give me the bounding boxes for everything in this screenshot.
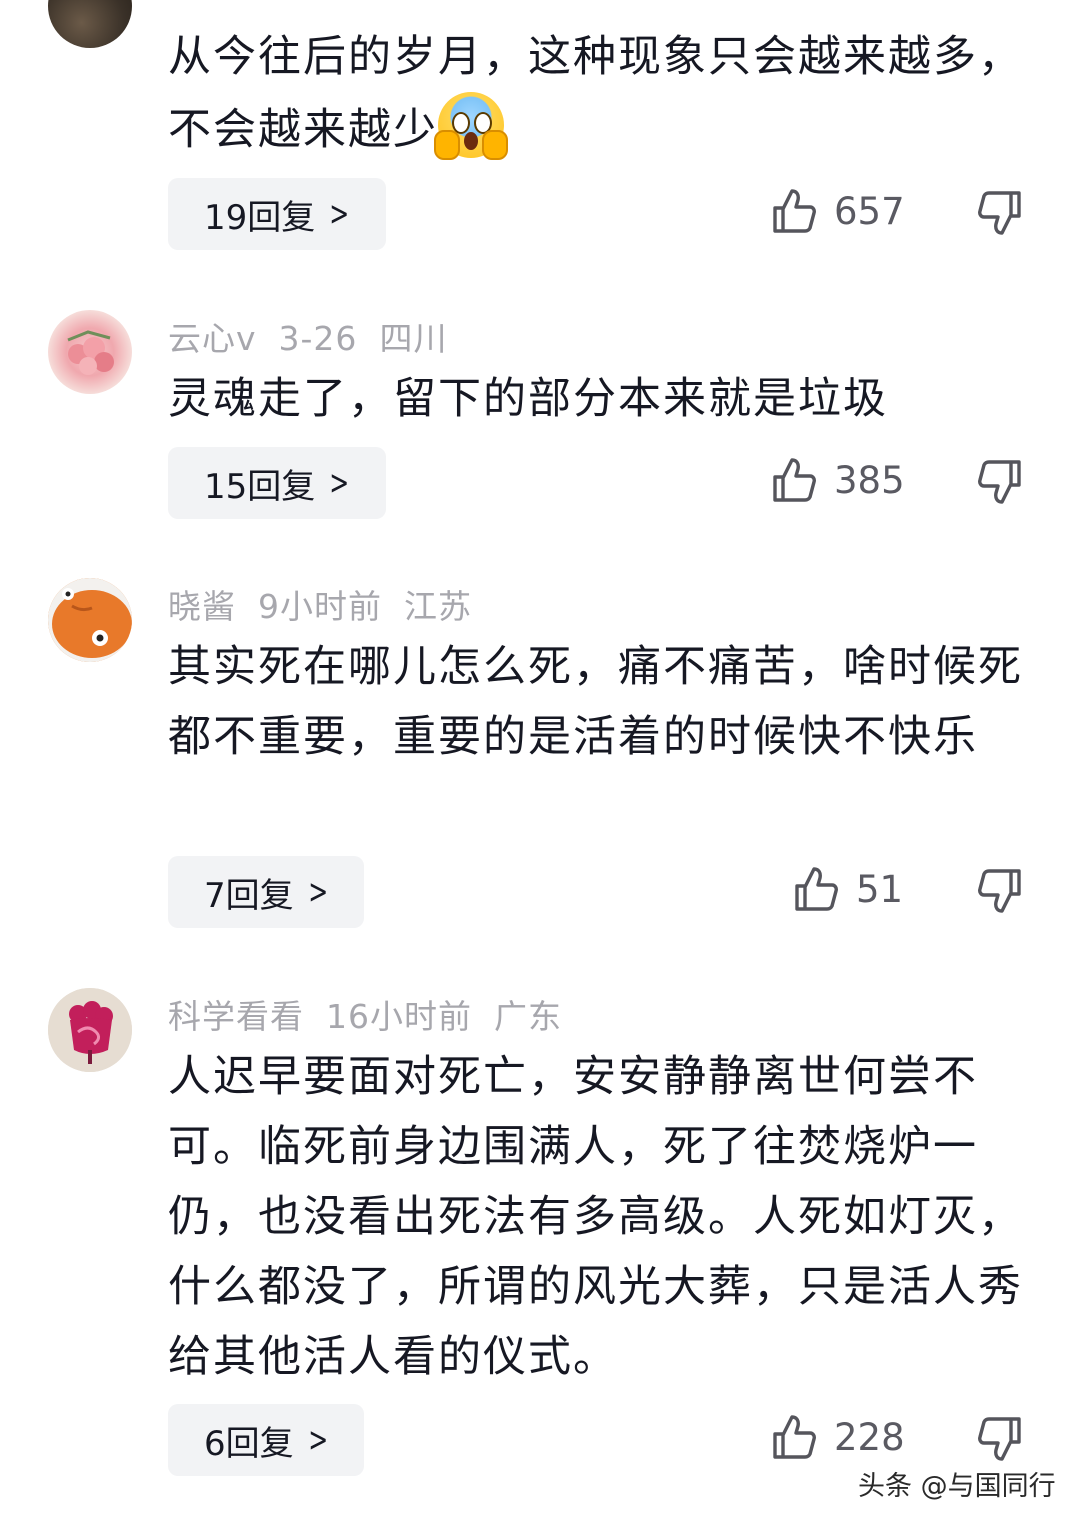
like-button[interactable]: 228 xyxy=(772,1414,905,1460)
like-count: 228 xyxy=(834,1415,905,1459)
username[interactable]: 云心v xyxy=(168,319,257,358)
comment-date: 9小时前 xyxy=(258,587,382,626)
thumbs-up-icon xyxy=(773,189,816,233)
thumbs-down-icon xyxy=(978,869,1021,913)
like-button[interactable]: 51 xyxy=(794,866,903,912)
like-button[interactable]: 657 xyxy=(772,188,905,234)
thumbs-up-icon xyxy=(773,458,816,502)
comment-location: 四川 xyxy=(379,319,448,358)
avatar[interactable] xyxy=(48,310,132,394)
username[interactable]: 晓酱 xyxy=(168,587,236,626)
thumbs-down-icon xyxy=(978,460,1021,504)
thumbs-down-icon xyxy=(978,191,1021,235)
scream-emoji-icon xyxy=(434,92,508,160)
thumbs-up-icon xyxy=(795,867,838,911)
dislike-button[interactable] xyxy=(978,868,1024,918)
avatar[interactable] xyxy=(48,988,132,1072)
comment-text: 其实死在哪儿怎么死，痛不痛苦，啥时候死都不重要，重要的是活着的时候快不快乐 xyxy=(168,642,1023,762)
comment-meta: 科学看看 16小时前 广东 xyxy=(168,990,584,1038)
comment-text: 人迟早要面对死亡，安安静静离世何尝不可。临死前身边围满人，死了往焚烧炉一仍，也没… xyxy=(168,1052,1023,1382)
username[interactable]: 科学看看 xyxy=(168,997,304,1036)
like-count: 657 xyxy=(834,189,905,233)
comment-location: 广东 xyxy=(494,997,562,1036)
comment-text: 从今往后的岁月，这种现象只会越来越多，不会越来越少 xyxy=(168,22,1040,165)
thumbs-up-icon xyxy=(773,1415,816,1459)
replies-button[interactable]: 15回复 > xyxy=(168,447,386,519)
replies-button[interactable]: 19回复 > xyxy=(168,178,386,250)
like-button[interactable]: 385 xyxy=(772,457,905,503)
chevron-right-icon: > xyxy=(329,463,350,503)
thumbs-down-icon xyxy=(978,1417,1021,1461)
chevron-right-icon: > xyxy=(329,194,350,234)
comment-date: 3-26 xyxy=(278,319,358,358)
dislike-button[interactable] xyxy=(978,190,1024,240)
avatar[interactable] xyxy=(48,0,132,48)
like-count: 385 xyxy=(834,458,905,502)
replies-button[interactable]: 7回复 > xyxy=(168,856,365,928)
chevron-right-icon: > xyxy=(307,1420,328,1460)
comment-location: 江苏 xyxy=(404,587,472,626)
comment-date: 16小时前 xyxy=(326,997,472,1036)
comment-meta: 云心v 3-26 四川 xyxy=(168,312,469,360)
dislike-button[interactable] xyxy=(978,459,1024,509)
replies-button[interactable]: 6回复 > xyxy=(168,1404,365,1476)
comment-meta: 晓酱 9小时前 江苏 xyxy=(168,580,494,628)
avatar[interactable] xyxy=(48,578,132,662)
like-count: 51 xyxy=(856,867,904,911)
dislike-button[interactable] xyxy=(978,1416,1024,1466)
watermark: 头条 @与国同行 xyxy=(858,1471,1056,1502)
chevron-right-icon: > xyxy=(307,872,328,912)
comment-text: 灵魂走了，留下的部分本来就是垃圾 xyxy=(168,374,888,424)
